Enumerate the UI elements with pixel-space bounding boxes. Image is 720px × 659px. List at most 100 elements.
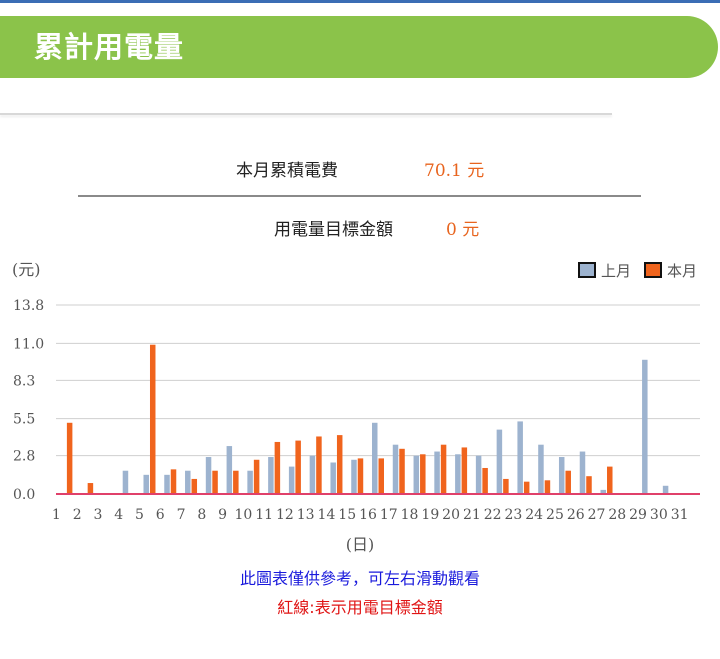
y-axis-label: (元) bbox=[12, 260, 41, 279]
bar-this-month-day-14[interactable] bbox=[336, 435, 343, 494]
x-tick-label: 23 bbox=[505, 507, 523, 523]
bar-this-month-day-11[interactable] bbox=[274, 441, 281, 494]
bar-last-month-day-24[interactable] bbox=[538, 444, 544, 494]
bar-last-month-day-16[interactable] bbox=[372, 422, 378, 494]
x-tick-label: 2 bbox=[73, 507, 82, 523]
x-tick-label: 10 bbox=[234, 507, 252, 523]
bar-this-month-day-19[interactable] bbox=[440, 444, 447, 494]
bar-this-month-day-17[interactable] bbox=[399, 448, 405, 494]
legend-swatch-last-month bbox=[578, 262, 596, 278]
x-tick-label: 28 bbox=[608, 507, 626, 523]
x-tick-label: 15 bbox=[338, 507, 356, 523]
bar-last-month-day-19[interactable] bbox=[434, 451, 440, 494]
bar-last-month-day-17[interactable] bbox=[392, 444, 399, 494]
x-tick-label: 25 bbox=[546, 507, 564, 523]
bar-this-month-day-27[interactable] bbox=[607, 466, 613, 494]
bar-last-month-day-4[interactable] bbox=[122, 470, 129, 494]
bar-last-month-day-21[interactable] bbox=[475, 455, 482, 494]
y-tick-label: 11.0 bbox=[13, 336, 44, 352]
bar-last-month-day-8[interactable] bbox=[205, 457, 212, 494]
x-tick-label: 26 bbox=[567, 507, 585, 523]
monthly-cost-row: 本月累積電費 70.1 元 bbox=[0, 156, 720, 186]
bar-last-month-day-9[interactable] bbox=[226, 446, 233, 494]
x-tick-label: 7 bbox=[177, 507, 186, 523]
bar-this-month-day-8[interactable] bbox=[212, 470, 218, 494]
y-tick-label: 2.8 bbox=[13, 449, 35, 465]
bar-last-month-day-23[interactable] bbox=[517, 421, 523, 494]
bar-last-month-day-14[interactable] bbox=[330, 462, 336, 495]
bar-last-month-day-22[interactable] bbox=[496, 429, 503, 494]
x-tick-label: 14 bbox=[318, 507, 336, 523]
x-tick-label: 19 bbox=[421, 507, 439, 523]
x-tick-label: 4 bbox=[114, 507, 123, 523]
x-tick-label: 29 bbox=[629, 507, 647, 523]
bar-last-month-day-5[interactable] bbox=[143, 474, 149, 494]
x-tick-label: 9 bbox=[218, 507, 227, 523]
bar-last-month-day-10[interactable] bbox=[247, 470, 253, 494]
x-tick-label: 27 bbox=[588, 507, 606, 523]
bar-last-month-day-15[interactable] bbox=[351, 459, 357, 494]
bar-this-month-day-1[interactable] bbox=[66, 422, 73, 494]
usage-bar-chart[interactable]: (元)0.02.85.58.311.013.81 2 3 4 5 6 7 8 9 10 11 12 13… bbox=[0, 250, 720, 560]
bar-this-month-day-6[interactable] bbox=[170, 469, 177, 494]
bar-last-month-day-13[interactable] bbox=[309, 455, 316, 494]
x-tick-label: 11 bbox=[255, 507, 273, 523]
bar-this-month-day-7[interactable] bbox=[191, 478, 198, 494]
x-tick-label: 21 bbox=[463, 507, 481, 523]
bar-this-month-day-5[interactable] bbox=[149, 344, 156, 494]
target-line-note: 紅線:表示用電目標金額 bbox=[277, 598, 443, 617]
bar-this-month-day-21[interactable] bbox=[482, 467, 488, 494]
bar-this-month-day-24[interactable] bbox=[544, 480, 551, 494]
x-tick-label: 17 bbox=[380, 507, 398, 523]
header-banner: 累計用電量 bbox=[0, 16, 718, 78]
page-title: 累計用電量 bbox=[34, 30, 185, 64]
y-tick-label: 8.3 bbox=[13, 373, 35, 389]
bar-last-month-day-18[interactable] bbox=[413, 455, 420, 494]
target-amount-label: 用電量目標金額 bbox=[274, 220, 393, 240]
x-tick-label: 30 bbox=[650, 507, 668, 523]
summary-divider bbox=[78, 195, 641, 197]
y-tick-label: 5.5 bbox=[13, 412, 35, 428]
bar-this-month-day-26[interactable] bbox=[586, 476, 592, 494]
bar-this-month-day-16[interactable] bbox=[378, 458, 385, 494]
x-tick-label: 24 bbox=[525, 507, 543, 523]
bar-last-month-day-20[interactable] bbox=[455, 454, 461, 494]
bar-last-month-day-30[interactable] bbox=[662, 485, 669, 494]
x-tick-label: 13 bbox=[297, 507, 315, 523]
target-amount-row: 用電量目標金額 0 元 bbox=[0, 215, 720, 245]
x-axis-label: (日) bbox=[346, 535, 375, 554]
bar-this-month-day-2[interactable] bbox=[87, 483, 94, 494]
bar-last-month-day-25[interactable] bbox=[558, 457, 565, 494]
x-tick-label: 20 bbox=[442, 507, 460, 523]
bar-last-month-day-26[interactable] bbox=[579, 451, 586, 494]
bar-this-month-day-22[interactable] bbox=[503, 478, 509, 494]
y-tick-label: 13.8 bbox=[13, 298, 44, 314]
x-tick-label: 31 bbox=[671, 507, 689, 523]
x-tick-label: 5 bbox=[135, 507, 144, 523]
x-tick-label: 6 bbox=[156, 507, 165, 523]
bar-this-month-day-23[interactable] bbox=[523, 481, 530, 494]
x-tick-label: 16 bbox=[359, 507, 377, 523]
bar-this-month-day-12[interactable] bbox=[295, 440, 301, 494]
legend-swatch-this-month bbox=[644, 262, 662, 278]
top-accent-line bbox=[0, 0, 720, 3]
bar-last-month-day-11[interactable] bbox=[268, 457, 274, 494]
bar-this-month-day-18[interactable] bbox=[420, 454, 426, 494]
x-tick-label: 18 bbox=[401, 507, 419, 523]
reference-note: 此圖表僅供參考，可左右滑動觀看 bbox=[239, 569, 480, 588]
monthly-cost-label: 本月累積電費 bbox=[236, 161, 338, 181]
bar-last-month-day-6[interactable] bbox=[164, 474, 170, 494]
bar-this-month-day-20[interactable] bbox=[461, 447, 468, 494]
bar-last-month-day-7[interactable] bbox=[185, 470, 191, 494]
monthly-cost-value: 70.1 元 bbox=[424, 161, 485, 181]
bar-this-month-day-9[interactable] bbox=[233, 470, 239, 494]
y-tick-label: 0.0 bbox=[13, 487, 35, 503]
bar-this-month-day-15[interactable] bbox=[357, 458, 364, 494]
x-tick-label: 1 bbox=[52, 507, 61, 523]
x-tick-label: 22 bbox=[484, 507, 502, 523]
bar-this-month-day-25[interactable] bbox=[565, 470, 571, 494]
bar-this-month-day-13[interactable] bbox=[316, 436, 322, 494]
bar-this-month-day-10[interactable] bbox=[253, 459, 260, 494]
bar-last-month-day-12[interactable] bbox=[288, 466, 295, 494]
bar-last-month-day-29[interactable] bbox=[642, 359, 648, 494]
